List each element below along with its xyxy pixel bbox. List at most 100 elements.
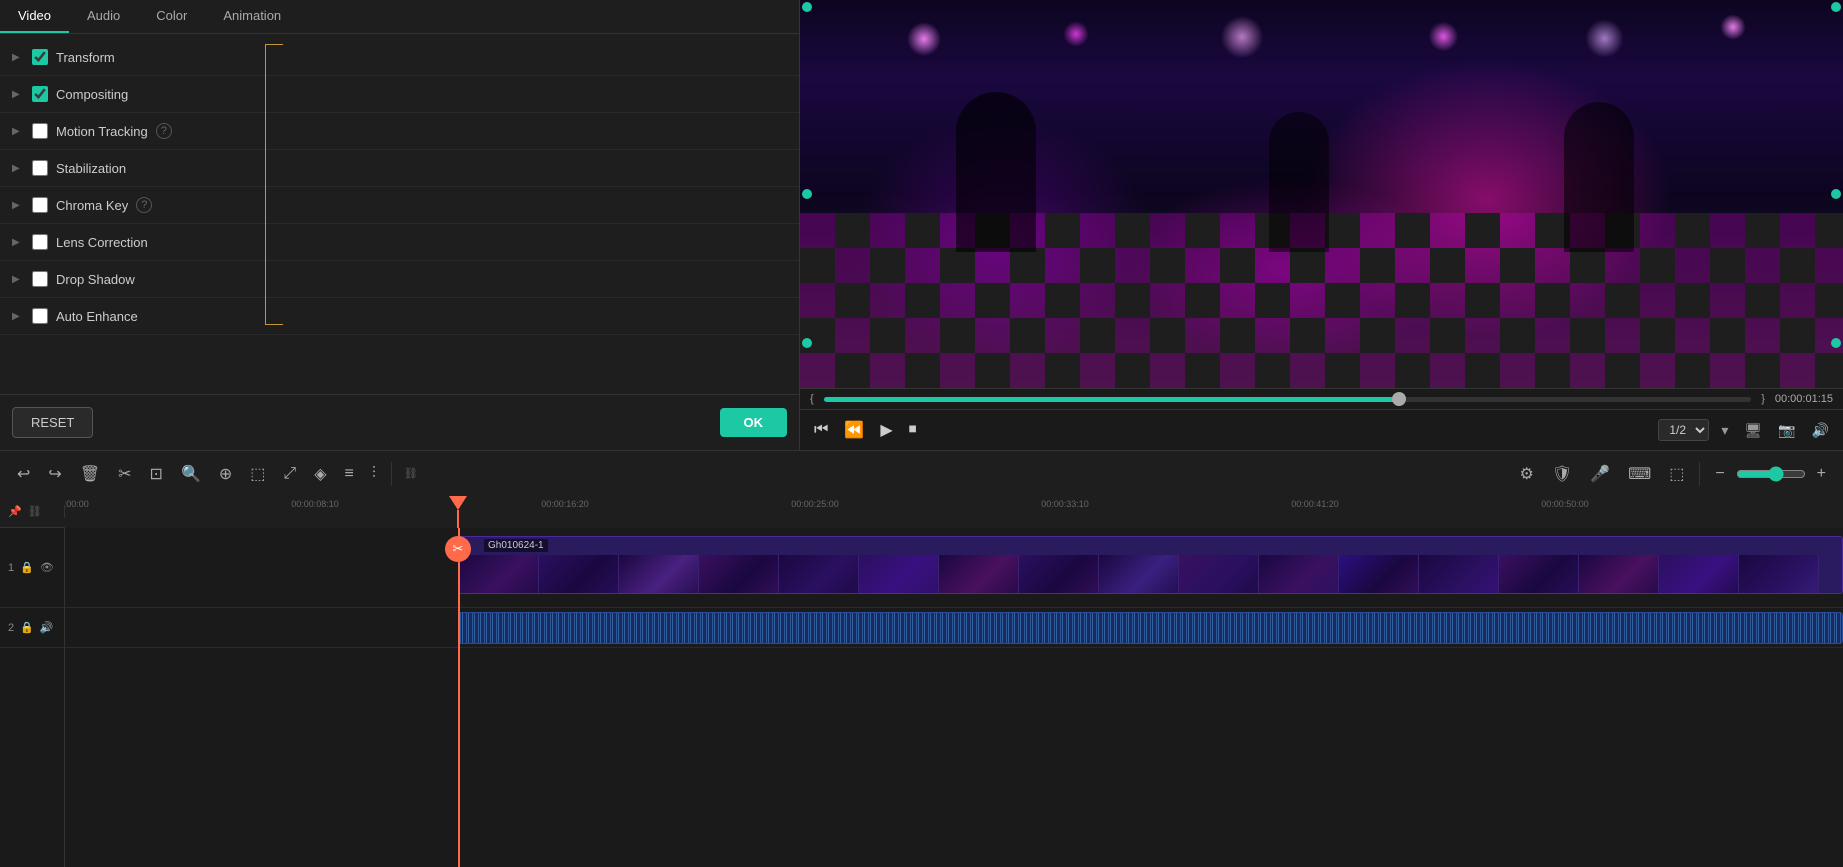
timeline-pin-icon: 📌 bbox=[8, 505, 22, 518]
video-clip-1[interactable]: ▶ Gh010624-1 bbox=[458, 536, 1843, 594]
delete-button[interactable]: 🗑 bbox=[73, 459, 107, 489]
display-icon[interactable]: 🖥 bbox=[1740, 418, 1766, 443]
toolbar-right-separator bbox=[1699, 462, 1700, 486]
audio-track-1 bbox=[65, 608, 1843, 648]
panel-footer: RESET OK bbox=[0, 394, 799, 450]
cut-button[interactable]: ✂ bbox=[111, 459, 138, 489]
checkbox-stabilization[interactable] bbox=[32, 160, 48, 176]
ruler-label-5: 00:00:41:20 bbox=[1291, 499, 1339, 509]
video-scrub-bar: { } 00:00:01:15 bbox=[800, 388, 1843, 409]
screenshot-icon[interactable]: 📷 bbox=[1774, 418, 1799, 443]
track-eye-icon-1[interactable]: 👁 bbox=[40, 561, 54, 574]
tab-audio[interactable]: Audio bbox=[69, 0, 138, 33]
help-chroma-key-icon[interactable]: ? bbox=[136, 197, 152, 213]
prop-chroma-key[interactable]: ▶ Chroma Key ? bbox=[0, 187, 799, 224]
prop-transform[interactable]: ▶ Transform bbox=[0, 39, 799, 76]
undo-button[interactable]: ↩ bbox=[10, 459, 37, 489]
prop-motion-tracking[interactable]: ▶ Motion Tracking ? bbox=[0, 113, 799, 150]
timeline-link-icon[interactable]: ⛓ bbox=[404, 467, 418, 480]
crop-button[interactable]: ⊡ bbox=[143, 459, 170, 489]
audio-button[interactable]: ≡ bbox=[338, 460, 361, 488]
prop-lens-correction-label: Lens Correction bbox=[56, 235, 148, 250]
prop-compositing[interactable]: ▶ Compositing bbox=[0, 76, 799, 113]
left-panel: Video Audio Color Animation ▶ Transform … bbox=[0, 0, 800, 450]
zoom-slider[interactable] bbox=[1736, 466, 1806, 482]
prop-auto-enhance[interactable]: ▶ Auto Enhance bbox=[0, 298, 799, 335]
audio-clip-1[interactable] bbox=[458, 612, 1843, 644]
subtitles-button[interactable]: ⬚ bbox=[1662, 459, 1691, 489]
shield-button[interactable]: 🛡 bbox=[1545, 459, 1579, 489]
prop-transform-label: Transform bbox=[56, 50, 115, 65]
volume-icon[interactable]: 🔊 bbox=[1808, 418, 1833, 443]
timeline-ruler[interactable]: 00:00:00:00 00:00:08:10 00:00:16:20 00:0… bbox=[65, 496, 1843, 528]
corner-handle-mr[interactable] bbox=[1831, 189, 1841, 199]
chevron-stabilization-icon: ▶ bbox=[12, 163, 26, 174]
waveform-button[interactable]: ⫶ bbox=[365, 460, 383, 488]
tab-animation[interactable]: Animation bbox=[205, 0, 299, 33]
prop-chroma-key-label: Chroma Key bbox=[56, 198, 128, 213]
corner-handle-bl[interactable] bbox=[802, 338, 812, 348]
track-lock-icon-2[interactable]: 🔒 bbox=[20, 621, 34, 634]
checkbox-lens-correction[interactable] bbox=[32, 234, 48, 250]
frame-back-button[interactable]: ⏪ bbox=[840, 416, 868, 444]
corner-handle-ml[interactable] bbox=[802, 189, 812, 199]
ruler-label-2: 00:00:16:20 bbox=[541, 499, 589, 509]
chevron-compositing-icon: ▶ bbox=[12, 89, 26, 100]
tab-video[interactable]: Video bbox=[0, 0, 69, 33]
ruler-label-0: 00:00:00:00 bbox=[65, 499, 89, 509]
prop-stabilization[interactable]: ▶ Stabilization bbox=[0, 150, 799, 187]
track-eye-icon-2[interactable]: 🔊 bbox=[40, 621, 54, 634]
prop-compositing-label: Compositing bbox=[56, 87, 128, 102]
zoom-in-button[interactable]: + bbox=[1810, 460, 1833, 488]
progress-handle[interactable] bbox=[1392, 392, 1406, 406]
skip-back-button[interactable]: ⏮ bbox=[810, 417, 832, 443]
captions-button[interactable]: ⌨ bbox=[1621, 459, 1658, 489]
chevron-chroma-key-icon: ▶ bbox=[12, 200, 26, 211]
checkbox-chroma-key[interactable] bbox=[32, 197, 48, 213]
zoom-out-button[interactable]: − bbox=[1708, 460, 1731, 488]
import-button[interactable]: ⬚ bbox=[243, 459, 272, 489]
settings-button[interactable]: ⚙ bbox=[1513, 459, 1541, 489]
playback-controls: ⏮ ⏪ ▶ ⏹ 1/2 ▾ 🖥 📷 🔊 bbox=[800, 409, 1843, 450]
play-button[interactable]: ▶ bbox=[876, 416, 896, 444]
timeline-tracks-content: ✂ ▶ Gh010624-1 bbox=[65, 528, 1843, 867]
reset-button[interactable]: RESET bbox=[12, 407, 93, 438]
checkbox-motion-tracking[interactable] bbox=[32, 123, 48, 139]
playhead-triangle bbox=[449, 496, 467, 510]
track-label-1: 1 🔒 👁 bbox=[0, 528, 64, 608]
ruler-label-6: 00:00:50:00 bbox=[1541, 499, 1589, 509]
prop-drop-shadow[interactable]: ▶ Drop Shadow bbox=[0, 261, 799, 298]
checkbox-transform[interactable] bbox=[32, 49, 48, 65]
link-button[interactable]: ⊕ bbox=[212, 459, 239, 489]
chevron-lens-correction-icon: ▶ bbox=[12, 237, 26, 248]
bracket-end-icon: } bbox=[1761, 393, 1765, 405]
playhead-scissors[interactable]: ✂ bbox=[445, 536, 471, 562]
help-motion-tracking-icon[interactable]: ? bbox=[156, 123, 172, 139]
corner-handle-br[interactable] bbox=[1831, 338, 1841, 348]
toolbar-separator bbox=[391, 462, 392, 486]
track-lock-icon-1[interactable]: 🔒 bbox=[20, 561, 34, 574]
tab-color[interactable]: Color bbox=[138, 0, 205, 33]
tabs-bar: Video Audio Color Animation bbox=[0, 0, 799, 34]
bracket-start-icon: { bbox=[810, 393, 814, 405]
quality-select[interactable]: 1/2 bbox=[1658, 419, 1709, 441]
right-panel: { } 00:00:01:15 ⏮ ⏪ ▶ ⏹ 1/2 ▾ 🖥 📷 🔊 bbox=[800, 0, 1843, 450]
color-button[interactable]: ◈ bbox=[307, 459, 333, 489]
redo-button[interactable]: ↪ bbox=[41, 459, 68, 489]
checkbox-compositing[interactable] bbox=[32, 86, 48, 102]
timeline-ruler-side: 📌 ⛓ bbox=[0, 505, 65, 518]
corner-handle-tr[interactable] bbox=[1831, 2, 1841, 12]
progress-bar[interactable] bbox=[824, 397, 1752, 402]
timeline: 📌 ⛓ 00:00:00:00 00:00:08:10 00:00:16:20 … bbox=[0, 496, 1843, 867]
zoom-button[interactable]: 🔍 bbox=[174, 459, 208, 489]
chevron-drop-shadow-icon: ▶ bbox=[12, 274, 26, 285]
mic-button[interactable]: 🎤 bbox=[1583, 459, 1617, 489]
ok-button[interactable]: OK bbox=[720, 408, 788, 437]
prop-lens-correction[interactable]: ▶ Lens Correction bbox=[0, 224, 799, 261]
checkbox-auto-enhance[interactable] bbox=[32, 308, 48, 324]
checkbox-drop-shadow[interactable] bbox=[32, 271, 48, 287]
fit-button[interactable]: ⤢ bbox=[276, 460, 303, 488]
chevron-quality-icon[interactable]: ▾ bbox=[1717, 418, 1732, 443]
corner-handle-tl[interactable] bbox=[802, 2, 812, 12]
stop-button[interactable]: ⏹ bbox=[905, 417, 921, 443]
